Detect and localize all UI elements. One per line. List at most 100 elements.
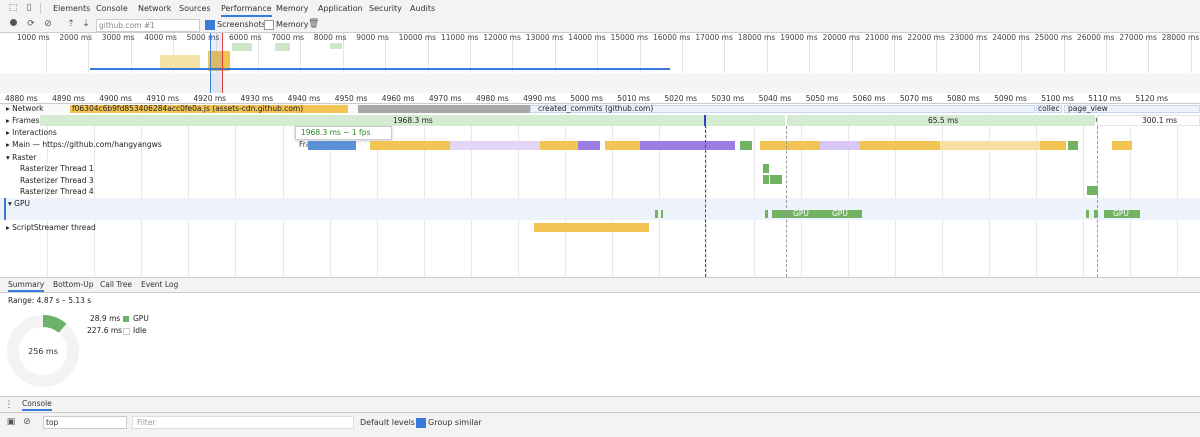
idle-legend-label: Idle <box>133 326 147 335</box>
gpu-task[interactable] <box>661 210 663 218</box>
frame-duration: 65.5 ms <box>928 116 959 125</box>
ruler-tick-label: 4950 ms <box>334 94 368 103</box>
divider <box>40 3 41 14</box>
gpu-task[interactable] <box>1086 210 1089 218</box>
task-block[interactable] <box>1068 141 1078 150</box>
task-block[interactable] <box>605 141 640 150</box>
download-icon[interactable]: ⇣ <box>81 19 91 30</box>
gpu-task[interactable] <box>765 210 768 218</box>
overview-tick-label: 19000 ms <box>780 33 818 42</box>
overview-selection[interactable] <box>211 33 222 93</box>
network-track-label[interactable]: ▸ Network <box>6 103 43 114</box>
group-similar-checkbox[interactable] <box>416 418 426 428</box>
screenshots-checkbox[interactable] <box>205 20 215 30</box>
overview-tick-label: 27000 ms <box>1119 33 1157 42</box>
task-block[interactable] <box>578 141 600 150</box>
frame-duration: 1968.3 ms <box>393 116 433 125</box>
tab-console[interactable]: Console <box>96 0 128 17</box>
record-icon[interactable] <box>8 19 18 30</box>
ruler-tick-label: 5090 ms <box>994 94 1027 103</box>
timeline-gridline <box>565 104 567 277</box>
ruler-tick-label: 5000 ms <box>570 94 603 103</box>
task-block[interactable] <box>370 141 450 150</box>
interactions-track-label[interactable]: ▸ Interactions <box>6 127 57 138</box>
log-levels-select[interactable]: Default levels ▾ <box>360 417 422 428</box>
tab-security[interactable]: Security <box>369 0 402 17</box>
overview-tick-label: 8000 ms <box>313 33 347 42</box>
overview-tick-label: 11000 ms <box>441 33 479 42</box>
overview-tick-label: 4000 ms <box>144 33 177 42</box>
pie-total: 256 ms <box>28 347 58 356</box>
timeline-overview[interactable]: 1000 ms 2000 ms 3000 ms 4000 ms 5000 ms 6000 … <box>0 33 1200 94</box>
overview-tick-label: 25000 ms <box>1034 33 1073 42</box>
scriptstreamer-track-label[interactable]: ▸ ScriptStreamer thread <box>6 222 96 233</box>
trash-icon[interactable]: 🗑 <box>308 19 319 30</box>
network-track[interactable]: ▸ Network f06304c6b9fd853406284acc0fe0a.… <box>0 103 1200 124</box>
timeline-gridline <box>1083 104 1085 277</box>
tab-audits[interactable]: Audits <box>410 0 435 17</box>
target-select[interactable]: github.com #1 <box>96 19 200 32</box>
tab-sources[interactable]: Sources <box>179 0 211 17</box>
task-block[interactable] <box>940 141 1040 150</box>
rasterizer-thread-1-label: Rasterizer Thread 1 <box>20 164 94 173</box>
task-block[interactable] <box>308 141 356 150</box>
ruler-tick-label: 4990 ms <box>523 94 556 103</box>
overview-tick-label: 12000 ms <box>483 33 521 42</box>
main-thread-track[interactable]: ▸ Main — https://github.com/hangyangws <box>0 139 1200 151</box>
console-filter-input[interactable]: Filter <box>132 416 354 429</box>
task-block[interactable] <box>820 141 860 150</box>
raster-task[interactable] <box>763 175 769 184</box>
frames-track[interactable]: ▸ Frames 1968.3 ms 65.5 ms 300.1 ms <box>0 115 1200 126</box>
task-block[interactable] <box>450 141 540 150</box>
ruler-tick-label: 5070 ms <box>899 94 933 103</box>
tab-elements[interactable]: Elements <box>53 0 90 17</box>
frames-track-label[interactable]: ▸ Frames <box>6 115 39 126</box>
overview-tick-label: 14000 ms <box>568 33 606 42</box>
timeline-cursor <box>705 115 706 277</box>
clear-icon[interactable]: ⊘ <box>43 19 53 30</box>
tab-event-log[interactable]: Event Log <box>141 278 178 292</box>
rasterizer-thread-3-label: Rasterizer Thread 3 <box>20 176 94 185</box>
raster-task[interactable] <box>763 164 769 173</box>
tab-summary[interactable]: Summary <box>8 278 45 292</box>
sidebar-toggle-icon[interactable]: ▣ <box>6 417 16 428</box>
overview-selection-end[interactable] <box>222 33 223 93</box>
raster-task[interactable] <box>770 175 782 184</box>
ruler-tick-label: 5120 ms <box>1135 94 1169 103</box>
memory-checkbox[interactable] <box>264 20 274 30</box>
tab-performance[interactable]: Performance <box>221 0 272 17</box>
overview-tick-label: 7000 ms <box>271 33 305 42</box>
gpu-track-label[interactable]: ▾ GPU <box>8 198 30 209</box>
task-block[interactable] <box>1040 141 1066 150</box>
context-select[interactable]: top <box>43 416 127 429</box>
inspect-icon[interactable]: ⬚ <box>8 3 18 14</box>
overview-tick-label: 6000 ms <box>229 33 262 42</box>
raster-track-label[interactable]: ▾ Raster <box>6 152 36 163</box>
overview-tick-label: 15000 ms <box>610 33 649 42</box>
drawer-menu-icon[interactable]: ⋮ <box>4 400 14 411</box>
ruler-tick-label: 4910 ms <box>146 94 179 103</box>
gpu-track[interactable]: ▾ GPU GPU GPU GPU <box>0 198 1200 220</box>
timeline-gridline <box>989 104 990 277</box>
script-stream-task[interactable] <box>534 223 649 232</box>
ruler-tick-label: 4930 ms <box>240 94 274 103</box>
timeline-gridline <box>1130 104 1132 277</box>
reload-icon[interactable]: ⟳ <box>26 19 36 30</box>
tab-call-tree[interactable]: Call Tree <box>100 278 132 292</box>
tab-memory[interactable]: Memory <box>276 0 309 17</box>
task-block[interactable] <box>640 141 735 150</box>
device-toolbar-icon[interactable]: ▯ <box>24 3 34 14</box>
ruler-tick-label: 5040 ms <box>758 94 792 103</box>
gpu-task[interactable] <box>655 210 658 218</box>
main-track-label[interactable]: ▸ Main — https://github.com/hangyangws <box>6 139 162 150</box>
task-block[interactable] <box>740 141 752 150</box>
clear-console-icon[interactable]: ⊘ <box>22 417 32 428</box>
tab-network[interactable]: Network <box>138 0 171 17</box>
upload-icon[interactable]: ⇡ <box>66 19 76 30</box>
tab-bottom-up[interactable]: Bottom-Up <box>53 278 93 292</box>
timeline-gridline <box>141 104 143 277</box>
tab-console-drawer[interactable]: Console <box>22 398 52 411</box>
network-request[interactable] <box>358 105 530 113</box>
task-block[interactable] <box>1112 141 1132 150</box>
tab-application[interactable]: Application <box>318 0 363 17</box>
